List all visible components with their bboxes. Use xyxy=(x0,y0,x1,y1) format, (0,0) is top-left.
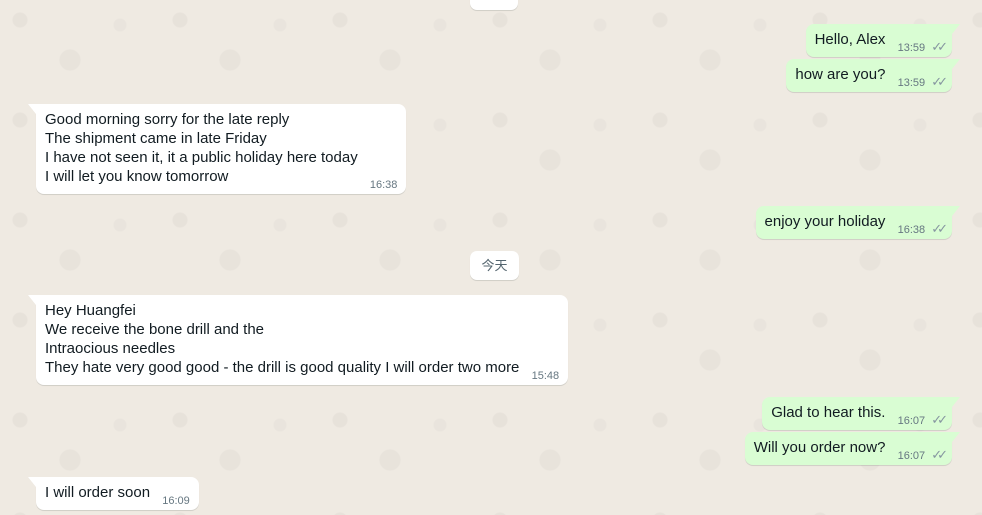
message-line: The shipment came in late Friday xyxy=(45,130,267,147)
message-time: 16:07 xyxy=(897,450,926,462)
message-meta: 16:07 ✓✓ xyxy=(897,412,948,428)
message-line: Hello, Alex xyxy=(814,31,886,48)
message-line: how are you? xyxy=(795,66,886,83)
double-check-icon: ✓✓ xyxy=(931,221,948,236)
double-check-icon: ✓✓ xyxy=(931,39,948,54)
message-meta: 13:59 ✓✓ xyxy=(897,39,948,55)
message-text: enjoy your holiday xyxy=(765,212,886,231)
outgoing-message[interactable]: enjoy your holiday 16:38 ✓✓ xyxy=(755,206,961,239)
message-meta: 16:07 ✓✓ xyxy=(897,447,948,463)
message-line: Intraocious needles xyxy=(45,340,176,357)
date-separator-partial xyxy=(470,0,518,10)
message-text: Hey Huangfei We receive the bone drill a… xyxy=(45,301,519,377)
message-line: They hate very good good - the drill is … xyxy=(45,359,520,376)
message-time: 13:59 xyxy=(897,42,926,54)
message-line: I will let you know tomorrow xyxy=(45,168,229,185)
message-line: I have not seen it, it a public holiday … xyxy=(45,149,358,166)
outgoing-message[interactable]: Glad to hear this. 16:07 ✓✓ xyxy=(762,397,960,430)
message-line: Good morning sorry for the late reply xyxy=(45,111,290,128)
message-time: 15:48 xyxy=(531,370,560,382)
message-text: Will you order now? xyxy=(754,438,886,457)
message-line: enjoy your holiday xyxy=(764,213,886,230)
message-text: Hello, Alex xyxy=(815,30,886,49)
message-time: 16:09 xyxy=(162,495,190,507)
message-time: 16:38 xyxy=(897,224,926,236)
message-text: Good morning sorry for the late reply Th… xyxy=(45,110,358,186)
double-check-icon: ✓✓ xyxy=(931,74,948,89)
message-text: how are you? xyxy=(795,65,885,84)
outgoing-message[interactable]: Will you order now? 16:07 ✓✓ xyxy=(744,432,961,465)
message-line: Hey Huangfei xyxy=(45,302,136,319)
incoming-message[interactable]: I will order soon 16:09 xyxy=(28,477,199,510)
message-line: Glad to hear this. xyxy=(771,404,886,421)
message-time: 16:38 xyxy=(369,179,398,191)
message-time: 13:59 xyxy=(897,77,926,89)
incoming-message[interactable]: Good morning sorry for the late reply Th… xyxy=(27,104,407,194)
message-text: I will order soon xyxy=(45,483,150,502)
message-meta: 13:59 ✓✓ xyxy=(897,74,948,90)
message-meta: 16:38 ✓✓ xyxy=(897,221,948,237)
double-check-icon: ✓✓ xyxy=(931,412,948,427)
message-line: Will you order now? xyxy=(753,439,886,456)
message-line: I will order soon xyxy=(45,484,151,501)
outgoing-message[interactable]: how are you? 13:59 ✓✓ xyxy=(786,59,960,92)
incoming-message[interactable]: Hey Huangfei We receive the bone drill a… xyxy=(27,295,569,385)
date-separator: 今天 xyxy=(470,251,519,280)
outgoing-message[interactable]: Hello, Alex 13:59 ✓✓ xyxy=(805,24,961,57)
message-time: 16:07 xyxy=(897,415,926,427)
message-line: We receive the bone drill and the xyxy=(45,321,265,338)
message-text: Glad to hear this. xyxy=(771,403,885,422)
double-check-icon: ✓✓ xyxy=(931,447,948,462)
